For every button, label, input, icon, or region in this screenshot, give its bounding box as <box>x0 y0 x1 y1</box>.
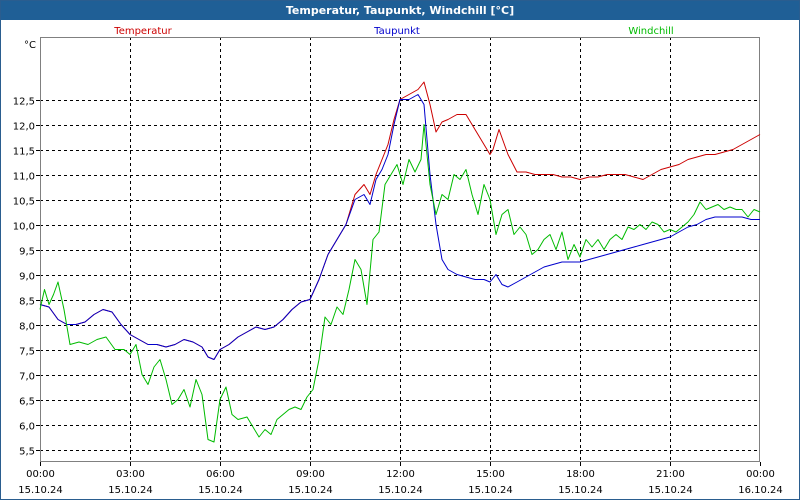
x-tick-label-date: 15.10.24 <box>558 485 603 496</box>
x-tick-label-time: 03:00 <box>116 469 145 480</box>
x-tick-label-date: 15.10.24 <box>108 485 153 496</box>
y-tick-label: 8,0 <box>19 322 35 333</box>
x-tick-label-time: 15:00 <box>476 469 505 480</box>
y-tick-label: 8,5 <box>19 297 35 308</box>
y-tick-label: 12,0 <box>13 122 35 133</box>
y-axis-label: °C <box>24 40 36 51</box>
legend-entry-temperatur: Temperatur <box>113 26 172 37</box>
x-tick-label-time: 00:00 <box>26 469 55 480</box>
x-tick-label-time: 12:00 <box>386 469 415 480</box>
y-tick-label: 6,5 <box>19 397 35 408</box>
y-tick-label: 6,0 <box>19 422 35 433</box>
y-tick-label: 7,5 <box>19 347 35 358</box>
x-tick-label-date: 15.10.24 <box>18 485 63 496</box>
x-tick-label-date: 15.10.24 <box>288 485 333 496</box>
chart-plot: 5,5 6,0 6,5 7,0 7,5 8,0 8,5 9,0 9,5 10,0 10,5 11,0 1… <box>13 26 783 496</box>
legend-entry-windchill: Windchill <box>628 26 673 37</box>
x-tick-label-date: 16.10.24 <box>738 485 783 496</box>
y-tick-label: 9,5 <box>19 247 35 258</box>
y-tick-label: 5,5 <box>19 447 35 458</box>
x-tick-label-time: 00:00 <box>746 469 775 480</box>
y-tick-label: 10,0 <box>13 222 35 233</box>
x-tick-label-time: 21:00 <box>656 469 685 480</box>
y-tick-label: 9,0 <box>19 272 35 283</box>
x-tick-label-time: 06:00 <box>206 469 235 480</box>
legend-entry-taupunkt: Taupunkt <box>373 26 420 37</box>
y-tick-label: 7,0 <box>19 372 35 383</box>
y-tick-label: 12,5 <box>13 97 35 108</box>
x-tick-label-time: 09:00 <box>296 469 325 480</box>
x-tick-label-time: 18:00 <box>566 469 595 480</box>
x-tick-label-date: 15.10.24 <box>468 485 513 496</box>
x-tick-label-date: 15.10.24 <box>378 485 423 496</box>
y-tick-label: 11,0 <box>13 172 35 183</box>
y-tick-label: 10,5 <box>13 197 35 208</box>
y-tick-label: 11,5 <box>13 147 35 158</box>
x-tick-label-date: 15.10.24 <box>198 485 243 496</box>
x-tick-label-date: 15.10.24 <box>648 485 693 496</box>
